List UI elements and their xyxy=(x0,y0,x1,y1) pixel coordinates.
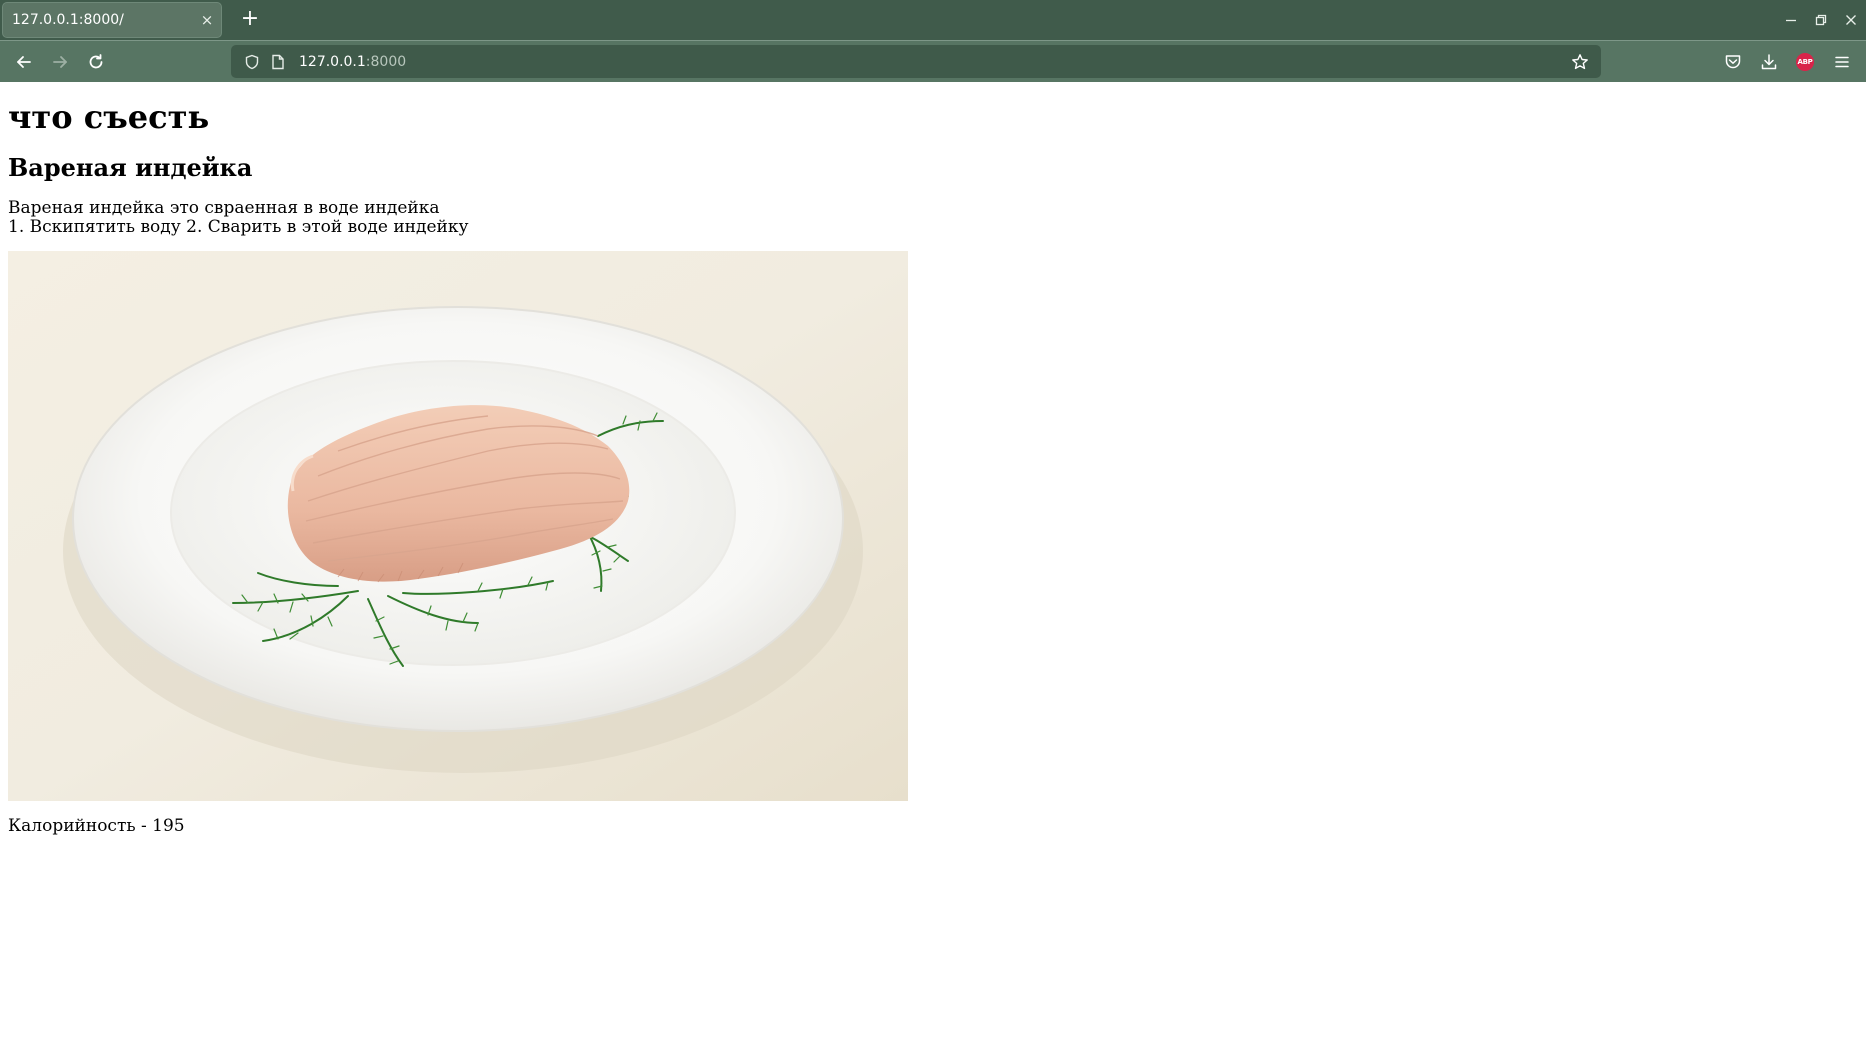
address-bar[interactable]: 127.0.0.1:8000 xyxy=(231,45,1601,78)
browser-chrome: 127.0.0.1:8000/ × + 127.0.0.1:8000 ABP xyxy=(0,0,1866,82)
forward-button[interactable] xyxy=(44,46,76,78)
minimize-icon xyxy=(1786,19,1796,22)
tab-strip: 127.0.0.1:8000/ × + xyxy=(0,0,1866,40)
dish-name: Вареная индейка xyxy=(8,153,253,182)
url-text[interactable]: 127.0.0.1:8000 xyxy=(299,54,1565,70)
navigation-toolbar: 127.0.0.1:8000 ABP xyxy=(0,40,1866,82)
close-icon xyxy=(1846,15,1856,25)
new-tab-button[interactable]: + xyxy=(236,6,264,34)
download-icon xyxy=(1761,54,1777,70)
forward-arrow-icon xyxy=(53,56,67,68)
restore-button[interactable] xyxy=(1806,0,1836,40)
dish-description: Вареная индейка это свраенная в воде инд… xyxy=(8,198,440,218)
adblock-plus-icon: ABP xyxy=(1796,53,1814,71)
app-menu-button[interactable] xyxy=(1826,46,1858,78)
restore-icon xyxy=(1815,14,1827,26)
tab-close-button[interactable]: × xyxy=(193,11,221,29)
dish-photo xyxy=(8,251,908,801)
site-title: что съесть xyxy=(8,98,210,136)
cooking-steps: 1. Вскипятить воду 2. Сварить в этой вод… xyxy=(8,217,469,237)
url-port: :8000 xyxy=(365,53,407,70)
tab-title: 127.0.0.1:8000/ xyxy=(12,12,124,28)
close-window-button[interactable] xyxy=(1836,0,1866,40)
adblock-plus-button[interactable]: ABP xyxy=(1789,46,1821,78)
tracking-protection-shield-icon[interactable] xyxy=(239,49,265,75)
window-controls xyxy=(1776,0,1866,40)
tab-active[interactable]: 127.0.0.1:8000/ × xyxy=(2,2,222,38)
page-info-icon[interactable] xyxy=(265,49,291,75)
downloads-button[interactable] xyxy=(1753,46,1785,78)
star-icon xyxy=(1572,53,1588,69)
reload-icon xyxy=(89,54,103,69)
bookmark-star-button[interactable] xyxy=(1565,47,1595,77)
reload-button[interactable] xyxy=(80,46,112,78)
calories-text: Калорийность - 195 xyxy=(8,816,185,836)
back-arrow-icon xyxy=(17,56,31,68)
hamburger-menu-icon xyxy=(1835,56,1849,68)
minimize-button[interactable] xyxy=(1776,0,1806,40)
url-host: 127.0.0.1 xyxy=(299,53,366,70)
pocket-icon xyxy=(1725,55,1741,69)
page-content: что съесть Вареная индейка Вареная индей… xyxy=(0,82,1866,1050)
pocket-button[interactable] xyxy=(1717,46,1749,78)
back-button[interactable] xyxy=(8,46,40,78)
